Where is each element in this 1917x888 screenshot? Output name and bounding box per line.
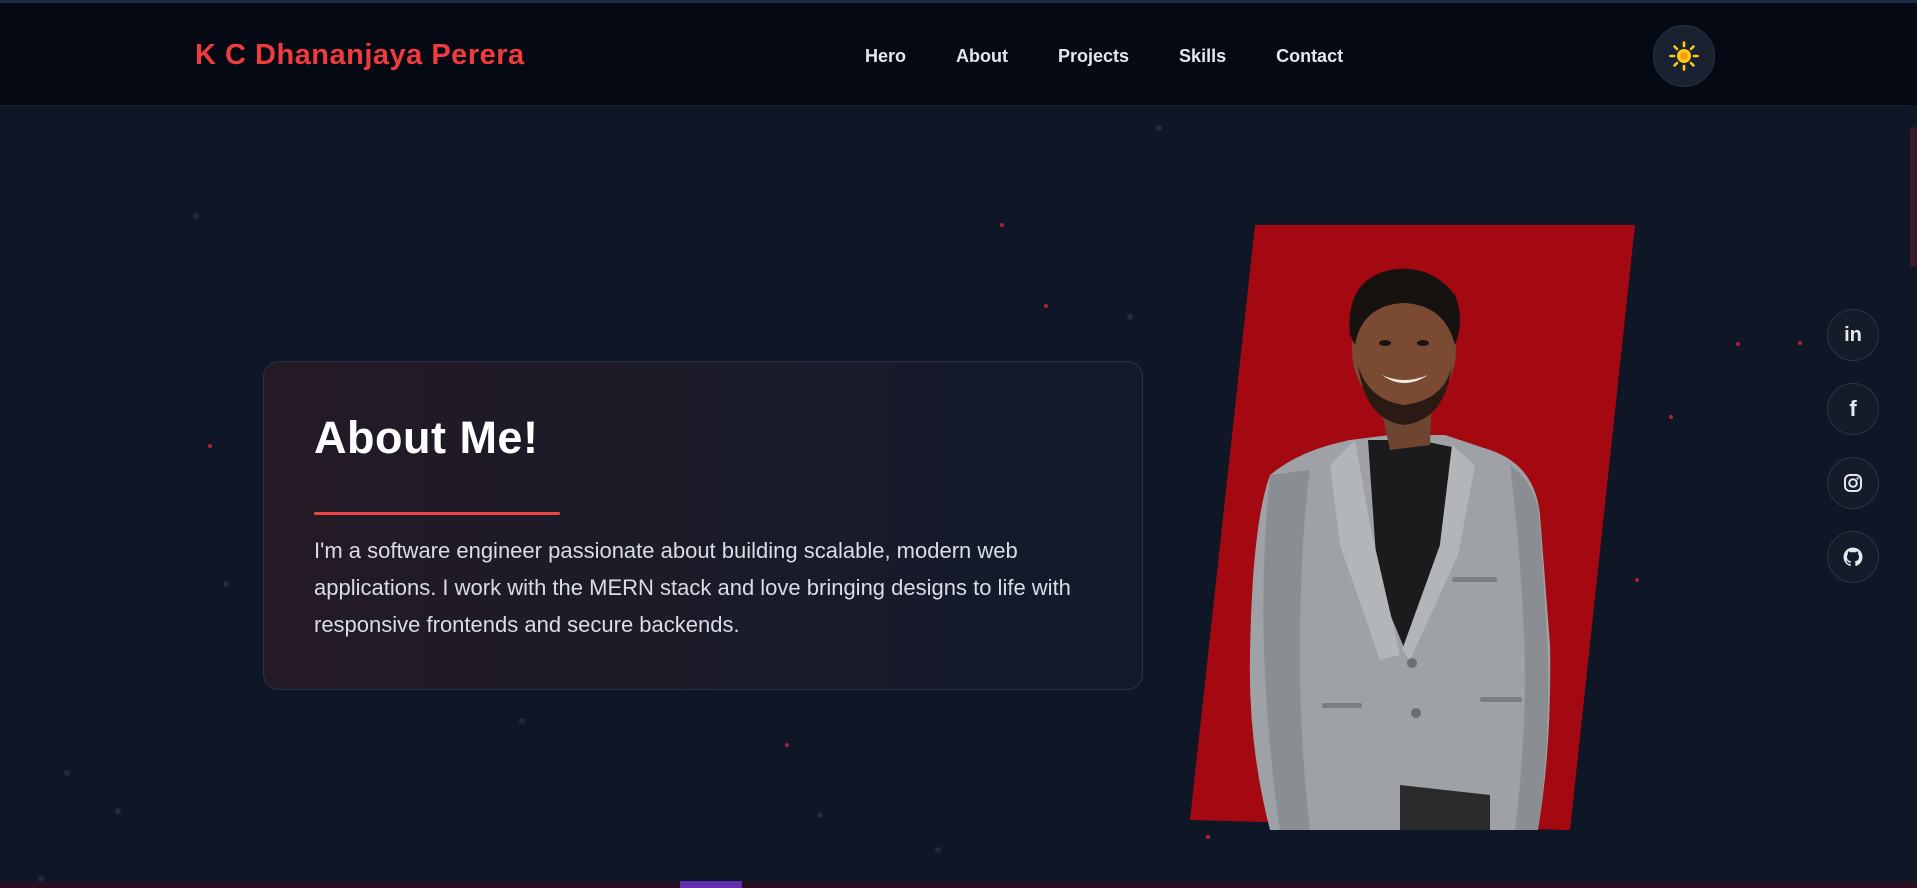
particle	[1669, 415, 1673, 419]
navbar: K C Dhananjaya Perera Hero About Project…	[0, 3, 1917, 106]
nav-links: Hero About Projects Skills Contact	[865, 46, 1393, 67]
particle	[785, 743, 789, 747]
facebook-button[interactable]: f	[1827, 383, 1879, 435]
particle	[1206, 835, 1210, 839]
instagram-icon	[1844, 474, 1862, 492]
facebook-icon: f	[1849, 396, 1857, 421]
nav-link-projects[interactable]: Projects	[1058, 46, 1129, 67]
particle	[1798, 341, 1802, 345]
about-title: About Me!	[314, 412, 539, 463]
particle	[1000, 223, 1004, 227]
brand-logo[interactable]: K C Dhananjaya Perera	[195, 39, 525, 72]
particle	[193, 213, 199, 219]
bottom-bar	[0, 882, 1917, 888]
particle	[519, 718, 525, 724]
profile-photo	[1190, 225, 1640, 830]
particle	[935, 847, 941, 853]
social-links: in f	[1827, 309, 1879, 605]
particle	[1736, 342, 1740, 346]
github-icon	[1843, 547, 1863, 567]
about-description: I'm a software engineer passionate about…	[314, 538, 1071, 637]
nav-link-skills[interactable]: Skills	[1179, 46, 1226, 67]
sun-icon	[1669, 41, 1699, 71]
nav-link-about[interactable]: About	[956, 46, 1008, 67]
scroll-indicator	[680, 881, 742, 888]
linkedin-icon: in	[1844, 323, 1862, 346]
particle	[817, 812, 823, 818]
github-button[interactable]	[1827, 531, 1879, 583]
particle	[208, 444, 212, 448]
particle	[115, 808, 121, 814]
person-figure	[1249, 268, 1551, 830]
particle	[1127, 314, 1133, 320]
particle	[64, 770, 70, 776]
title-underline	[314, 512, 560, 515]
scrollbar-thumb[interactable]	[1910, 127, 1917, 267]
about-card: About Me! I'm a software engineer passio…	[263, 361, 1143, 690]
particle	[1156, 125, 1162, 131]
linkedin-button[interactable]: in	[1827, 309, 1879, 361]
particle	[1044, 304, 1048, 308]
particle	[223, 581, 229, 587]
nav-link-contact[interactable]: Contact	[1276, 46, 1343, 67]
nav-link-hero[interactable]: Hero	[865, 46, 906, 67]
instagram-button[interactable]	[1827, 457, 1879, 509]
theme-toggle-button[interactable]	[1653, 25, 1715, 87]
